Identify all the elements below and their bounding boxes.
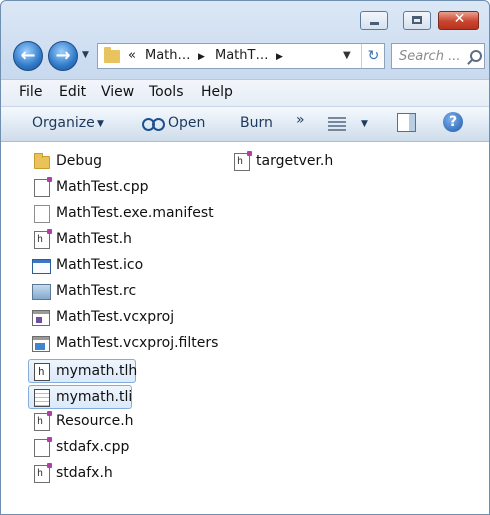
open-icon[interactable]	[142, 118, 165, 131]
close-button[interactable]: ✕	[438, 11, 479, 30]
list-item-mathtest-vcxproj-filters[interactable]: MathTest.vcxproj.filters	[29, 332, 219, 356]
file-name: MathTest.ico	[56, 257, 144, 273]
header-file-icon	[34, 229, 52, 249]
list-item-mathtest-rc[interactable]: MathTest.rc	[29, 280, 209, 304]
list-item-targetver-h[interactable]: targetver.h	[229, 150, 349, 174]
file-name: Debug	[56, 153, 103, 169]
maximize-icon	[412, 16, 422, 24]
file-name: MathTest.vcxproj	[56, 309, 175, 325]
open-button[interactable]: Open	[168, 115, 205, 131]
organize-button[interactable]: Organize	[32, 115, 95, 131]
search-box[interactable]: Search ...	[391, 43, 485, 69]
change-view-icon[interactable]	[328, 117, 346, 131]
back-arrow-icon: ←	[20, 45, 36, 66]
preview-pane-icon[interactable]	[397, 113, 416, 132]
file-name: targetver.h	[256, 153, 334, 169]
minimize-icon	[370, 22, 379, 25]
list-item-mathtest-vcxproj[interactable]: MathTest.vcxproj	[29, 306, 209, 330]
breadcrumb-separator-icon[interactable]: ▶	[198, 52, 205, 62]
tlh-file-icon	[34, 363, 50, 381]
file-name: stdafx.h	[56, 465, 113, 481]
minimize-button[interactable]	[360, 11, 388, 30]
file-name: mymath.tlh	[56, 363, 138, 379]
file-name: stdafx.cpp	[56, 439, 130, 455]
address-dropdown-icon[interactable]: ▼	[343, 50, 351, 61]
menu-file[interactable]: File	[19, 84, 42, 100]
forward-arrow-icon: →	[55, 45, 71, 66]
breadcrumb-item[interactable]: MathT…	[215, 48, 268, 63]
address-bar[interactable]: « Math… ▶ MathT… ▶ ▼ ↻	[97, 43, 385, 69]
back-button[interactable]: ←	[13, 41, 43, 71]
title-bar[interactable]: ✕	[1, 1, 489, 37]
file-name: MathTest.exe.manifest	[56, 205, 214, 221]
list-item-mathtest-manifest[interactable]: MathTest.exe.manifest	[29, 202, 219, 226]
file-list: Debug MathTest.cpp MathTest.exe.manifest…	[1, 142, 489, 514]
blank-file-icon	[34, 205, 50, 223]
file-name: Resource.h	[56, 413, 134, 429]
cpp-file-icon	[34, 177, 52, 197]
file-name: MathTest.vcxproj.filters	[56, 335, 219, 351]
burn-button[interactable]: Burn	[240, 115, 273, 131]
list-item-mymath-tlh[interactable]: mymath.tlh	[28, 359, 138, 383]
menu-bar: File Edit View Tools Help	[1, 79, 489, 107]
maximize-button[interactable]	[403, 11, 431, 30]
list-item-stdafx-cpp[interactable]: stdafx.cpp	[29, 436, 209, 460]
list-item-mathtest-ico[interactable]: MathTest.ico	[29, 254, 209, 278]
refresh-icon[interactable]: ↻	[361, 44, 385, 68]
search-icon[interactable]	[470, 50, 482, 62]
folder-icon	[104, 47, 120, 63]
menu-view[interactable]: View	[101, 84, 134, 100]
list-item-mathtest-cpp[interactable]: MathTest.cpp	[29, 176, 209, 200]
recent-pages-dropdown[interactable]: ▼	[82, 50, 89, 60]
breadcrumb-separator-icon[interactable]: ▶	[276, 52, 283, 62]
forward-button[interactable]: →	[48, 41, 78, 71]
filters-file-icon	[32, 336, 50, 352]
command-bar: Organize ▼ Open Burn » ▼ ?	[1, 107, 489, 142]
breadcrumb-item[interactable]: Math…	[145, 48, 191, 63]
list-item-stdafx-h[interactable]: stdafx.h	[29, 462, 209, 486]
breadcrumb-overflow[interactable]: «	[128, 48, 136, 63]
more-commands-button[interactable]: »	[296, 112, 305, 128]
list-item-mathtest-h[interactable]: MathTest.h	[29, 228, 209, 252]
cpp-file-icon	[34, 437, 52, 457]
list-item-debug[interactable]: Debug	[29, 150, 209, 174]
menu-help[interactable]: Help	[201, 84, 233, 100]
close-icon: ✕	[453, 11, 466, 27]
folder-icon	[34, 153, 50, 169]
file-name: MathTest.h	[56, 231, 132, 247]
resource-script-icon	[32, 284, 51, 300]
search-placeholder: Search ...	[399, 49, 461, 64]
file-name: MathTest.cpp	[56, 179, 149, 195]
file-name: mymath.tli	[56, 389, 133, 405]
list-item-mymath-tli[interactable]: mymath.tli	[28, 385, 132, 409]
list-item-resource-h[interactable]: Resource.h	[29, 410, 209, 434]
view-options-dropdown-icon[interactable]: ▼	[361, 119, 368, 129]
file-name: MathTest.rc	[56, 283, 137, 299]
help-icon[interactable]: ?	[443, 112, 463, 132]
ico-file-icon	[32, 259, 51, 274]
organize-dropdown-icon[interactable]: ▼	[97, 119, 104, 129]
header-file-icon	[34, 463, 52, 483]
explorer-window: ✕ ← → ▼ « Math… ▶ MathT… ▶ ▼ ↻ Search ..…	[0, 0, 490, 515]
header-file-icon	[34, 411, 52, 431]
menu-edit[interactable]: Edit	[59, 84, 86, 100]
tli-file-icon	[34, 389, 50, 407]
navigation-bar: ← → ▼ « Math… ▶ MathT… ▶ ▼ ↻ Search ...	[1, 37, 489, 77]
header-file-icon	[234, 151, 252, 171]
vcxproj-file-icon	[32, 310, 50, 326]
menu-tools[interactable]: Tools	[149, 84, 184, 100]
